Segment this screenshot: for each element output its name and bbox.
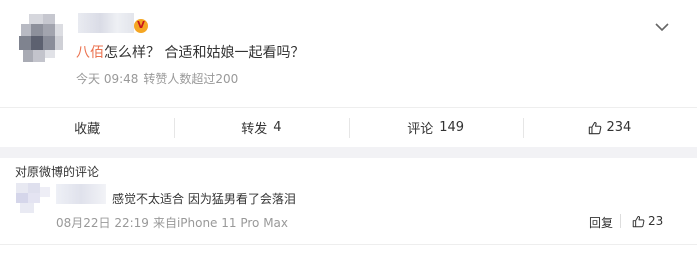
comment-date: 08月22日 22:19 [56,216,149,230]
like-button[interactable]: 234 [522,108,697,148]
thumbs-up-icon [632,215,645,227]
like-count: 234 [606,120,632,135]
reply-button[interactable]: 回复 [589,214,613,231]
commenter-name-blurred[interactable] [56,184,106,204]
commenter-avatar[interactable] [16,183,52,213]
chevron-down-icon[interactable] [655,22,669,32]
bottom-divider [0,244,697,245]
comment-button[interactable]: 评论 149 [348,108,523,148]
comment-meta: 08月22日 22:19 来自iPhone 11 Pro Max [56,214,292,231]
repost-label: 转发 [241,122,268,137]
comment-like-count: 23 [648,214,664,228]
user-avatar[interactable] [17,14,65,62]
comment-source: 来自iPhone 11 Pro Max [152,216,289,230]
repost-button[interactable]: 转发 4 [174,108,348,148]
repost-count: 4 [273,120,282,135]
post-body: 怎么样？ 合适和姑娘一起看吗？ [104,45,305,61]
comment-action-separator [620,214,621,228]
action-bar: 收藏 转发 4 评论 149 234 [0,107,697,147]
mention-link[interactable]: 八佰 [76,45,104,61]
comment-text: 感觉不太适合 因为猛男看了会落泪 [112,192,296,206]
repost-note: 转赞人数超过200 [143,72,239,86]
avatar-mosaic [17,14,65,62]
thumbs-up-icon [589,121,602,134]
section-divider [0,147,697,158]
username-blurred[interactable] [78,13,134,33]
post-time: 今天 09:48 [76,72,139,86]
post-meta: 今天 09:48 转赞人数超过200 [76,70,243,87]
favorite-button[interactable]: 收藏 [0,108,174,148]
comment-like-button[interactable]: 23 [632,214,663,228]
verified-badge-icon: V [134,19,148,33]
post-card: V 八佰怎么样？ 合适和姑娘一起看吗？ 今天 09:48 转赞人数超过200 收藏… [0,0,697,148]
comment-count: 149 [439,120,465,135]
comments-section-title: 对原微博的评论 [15,165,100,179]
post-text: 八佰怎么样？ 合适和姑娘一起看吗？ [76,42,304,62]
favorite-label: 收藏 [74,122,101,137]
comment-label: 评论 [407,122,434,137]
